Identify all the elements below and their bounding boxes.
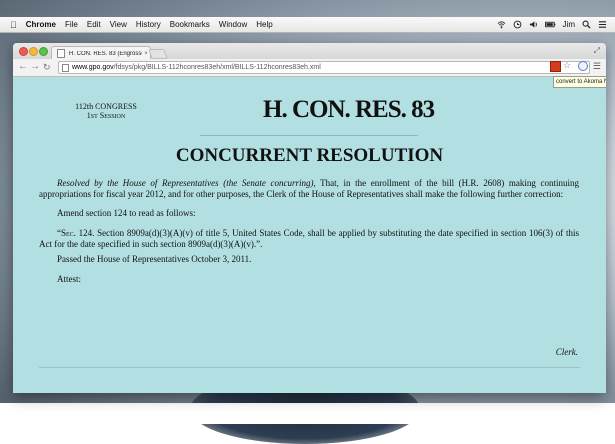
menu-app-name[interactable]: Chrome [26, 20, 56, 29]
menu-items: Chrome File Edit View History Bookmarks … [26, 20, 273, 29]
clerk-signature: Clerk. [555, 347, 578, 357]
browser-tab[interactable]: H. CON. RES. 83 (Engrosse × [51, 46, 151, 60]
close-window-button[interactable] [19, 47, 28, 56]
clock-extension-icon[interactable] [578, 61, 588, 71]
wifi-icon[interactable] [497, 20, 506, 29]
notification-center-icon[interactable] [598, 20, 607, 29]
amend-instruction: Amend section 124 to read as follows: [57, 208, 196, 218]
menu-edit[interactable]: Edit [87, 20, 101, 29]
desktop-bottom-strip [0, 403, 615, 424]
browser-toolbar: ← → ↻ www.gpo.gov/fdsys/pkg/BILLS-112hco… [13, 59, 606, 77]
zoom-window-button[interactable] [39, 47, 48, 56]
menu-window[interactable]: Window [219, 20, 247, 29]
back-icon[interactable]: ← [18, 61, 28, 73]
document-title: CONCURRENT RESOLUTION [175, 145, 444, 166]
status-tray: Jim [497, 17, 607, 32]
spotlight-search-icon[interactable] [582, 20, 591, 29]
star-icon[interactable]: ☆ [563, 61, 572, 70]
section-heading: “Sec. 124. [57, 228, 95, 238]
page-icon [62, 64, 69, 72]
battery-icon[interactable] [544, 20, 556, 29]
apple-icon[interactable]:  [10, 20, 17, 30]
browser-window: H. CON. RES. 83 (Engrosse × ⤢ ← → ↻ www.… [13, 43, 606, 393]
menu-icon[interactable]: ☰ [593, 62, 601, 71]
tab-title: H. CON. RES. 83 (Engrosse [69, 50, 142, 57]
section-body: Section 8909a(d)(3)(A)(v) of title 5, Un… [39, 228, 579, 249]
tab-page-icon [57, 49, 65, 58]
url-text: www.gpo.gov/fdsys/pkg/BILLS-112hconres83… [72, 62, 321, 73]
attest-label: Attest: [57, 274, 81, 284]
menu-bar:  Chrome File Edit View History Bookmark… [0, 17, 615, 33]
congress-number: 112th CONGRESS [75, 102, 137, 111]
congress-header: 112th CONGRESS 1st Session [69, 102, 143, 120]
url-path: /fdsys/pkg/BILLS-112hconres83eh/xml/BILL… [113, 64, 321, 71]
url-host: www.gpo.gov [72, 64, 114, 71]
time-machine-icon[interactable] [513, 20, 522, 29]
header-divider [200, 135, 418, 136]
resolved-paragraph: Resolved by the House of Representatives… [39, 178, 579, 200]
passed-statement: Passed the House of Representatives Octo… [57, 254, 252, 264]
menu-view[interactable]: View [110, 20, 127, 29]
reload-icon[interactable]: ↻ [43, 61, 51, 73]
resolved-clause: Resolved by the House of Representatives… [57, 178, 316, 188]
menu-history[interactable]: History [136, 20, 161, 29]
user-name[interactable]: Jim [563, 20, 575, 29]
forward-icon[interactable]: → [30, 61, 40, 73]
menu-bookmarks[interactable]: Bookmarks [170, 20, 210, 29]
document-page: 112th CONGRESS 1st Session H. CON. RES. … [13, 77, 606, 393]
session: 1st Session [86, 111, 126, 120]
title-bar: H. CON. RES. 83 (Engrosse × ⤢ [13, 43, 606, 60]
footer-divider [39, 367, 580, 368]
fullscreen-icon[interactable]: ⤢ [594, 46, 600, 56]
bill-number: H. CON. RES. 83 [263, 96, 435, 123]
section-paragraph: “Sec. 124. Section 8909a(d)(3)(A)(v) of … [39, 228, 579, 250]
new-tab-button[interactable] [148, 49, 168, 59]
akoma-extension-icon[interactable] [550, 61, 561, 72]
menu-help[interactable]: Help [256, 20, 272, 29]
address-bar[interactable]: www.gpo.gov/fdsys/pkg/BILLS-112hconres83… [58, 61, 590, 74]
extension-tooltip: convert to Akoma Ntoso [553, 76, 606, 88]
minimize-window-button[interactable] [29, 47, 38, 56]
menu-file[interactable]: File [65, 20, 78, 29]
volume-icon[interactable] [529, 20, 538, 29]
